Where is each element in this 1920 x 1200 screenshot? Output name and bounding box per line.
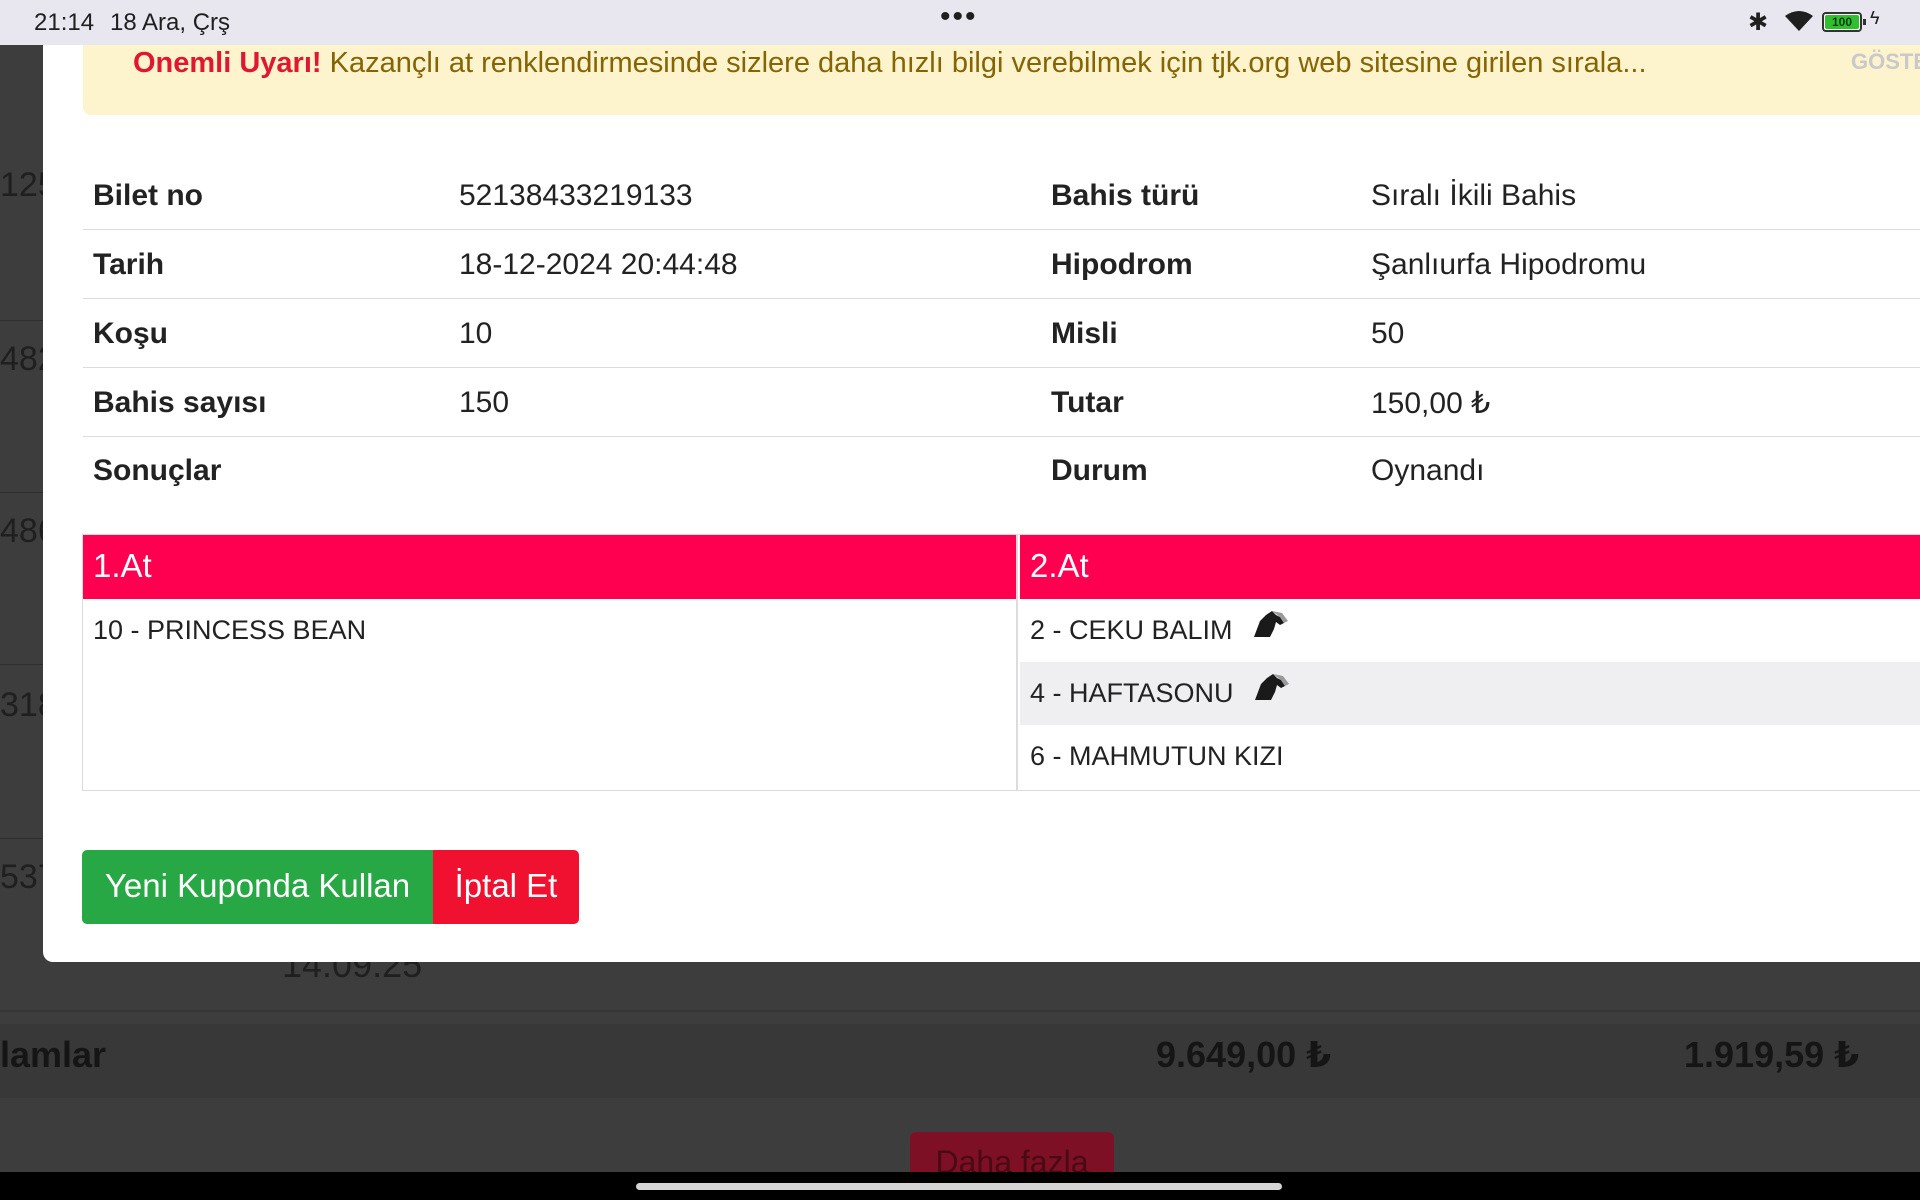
bg-row-number: 482 [0,340,44,378]
horse-column-2: 2.At 2 - CEKU BALIM 4 - HAFTASONU 6 - MA… [1020,535,1920,790]
totals-amount: 9.649,00 ₺ [1156,1034,1332,1075]
totals-amount: 1.919,59 ₺ [1684,1034,1860,1075]
horse-selection-table: 1.At 10 - PRINCESS BEAN 2.At 2 - CEKU BA… [82,534,1920,791]
field-label: Bilet no [93,179,203,212]
status-time: 21:14 [34,9,95,36]
home-gesture-handle[interactable] [636,1183,1282,1190]
horse-name: 2 - CEKU BALIM [1030,615,1233,645]
use-in-new-coupon-button[interactable]: Yeni Kuponda Kullan [82,850,433,924]
bg-divider [0,838,44,839]
field-value: Sıralı İkili Bahis [1371,179,1577,212]
field-label: Tutar [1051,386,1124,419]
charging-icon: ϟ [1870,8,1880,28]
horse-head-icon [1250,609,1290,646]
horse-name: 10 - PRINCESS BEAN [93,615,367,645]
field-value: 10 [459,317,493,350]
field-value: 150,00 ₺ [1371,387,1491,420]
ticket-info-row: Bilet no 52138433219133 Bahis türü Sıral… [83,161,1920,230]
bg-row-number: 537 [0,858,44,896]
ticket-info-row: Tarih 18-12-2024 20:44:48 Hipodrom Şanlı… [83,230,1920,299]
column-header: 2.At [1020,535,1920,599]
battery-icon: 100 [1822,12,1866,32]
field-label: Sonuçlar [93,454,222,487]
field-value: Şanlıurfa Hipodromu [1371,248,1647,281]
horse-item: 4 - HAFTASONU [1020,662,1920,725]
horse-item: 6 - MAHMUTUN KIZI [1020,725,1920,788]
multitask-menu-icon[interactable]: ••• [940,0,978,34]
ticket-info-row: Bahis sayısı 150 Tutar 150,00 ₺ [83,368,1920,437]
bg-row-number: 125 [0,166,44,204]
totals-row: lamlar 9.649,00 ₺ 1.919,59 ₺ [0,1024,1920,1098]
field-value: 50 [1371,317,1405,350]
field-label: Misli [1051,317,1118,350]
show-alert-button[interactable]: GÖSTER [1851,49,1920,75]
bg-divider [0,1010,1920,1012]
alert-message: Kazançlı at renklendirmesinde sizlere da… [329,47,1647,79]
horse-head-icon [1251,672,1291,709]
important-alert: Onemli Uyarı! Kazançlı at renklendirmesi… [83,45,1920,115]
bg-divider [0,320,44,321]
bg-row-number: 318 [0,686,44,724]
bg-divider [0,664,44,665]
alert-title: Onemli Uyarı! [133,47,322,79]
alert-text: Onemli Uyarı! Kazançlı at renklendirmesi… [133,47,1833,80]
field-value: 18-12-2024 20:44:48 [459,248,738,281]
column-header: 1.At [83,535,1016,599]
field-value: 150 [459,386,510,419]
status-date: 18 Ara, Çrş [110,9,231,36]
field-label: Bahis türü [1051,179,1200,212]
field-label: Tarih [93,248,165,281]
horse-name: 4 - HAFTASONU [1030,678,1234,708]
horse-item: 2 - CEKU BALIM [1020,599,1920,662]
cancel-ticket-button[interactable]: İptal Et [433,850,579,924]
horse-name: 6 - MAHMUTUN KIZI [1030,741,1284,771]
field-value: Oynandı [1371,454,1485,487]
horse-column-1: 1.At 10 - PRINCESS BEAN [83,535,1018,790]
field-label: Bahis sayısı [93,386,267,419]
field-label: Hipodrom [1051,248,1193,281]
ticket-info-row: Koşu 10 Misli 50 [83,299,1920,368]
field-value: 52138433219133 [459,179,693,212]
bg-row-number: 486 [0,512,44,550]
bluetooth-icon: ✱ [1748,9,1769,36]
field-label: Durum [1051,454,1148,487]
totals-label: lamlar [0,1034,107,1075]
ticket-info-row: Sonuçlar Durum Oynandı [83,436,1920,505]
horse-item: 10 - PRINCESS BEAN [83,599,1016,662]
wifi-icon [1784,10,1814,39]
ticket-detail-modal: Onemli Uyarı! Kazançlı at renklendirmesi… [43,45,1920,962]
field-label: Koşu [93,317,168,350]
bg-divider [0,492,44,493]
status-bar: 21:14 18 Ara, Çrş ••• ✱ 100 ϟ [0,0,1920,45]
battery-level: 100 [1825,15,1859,29]
